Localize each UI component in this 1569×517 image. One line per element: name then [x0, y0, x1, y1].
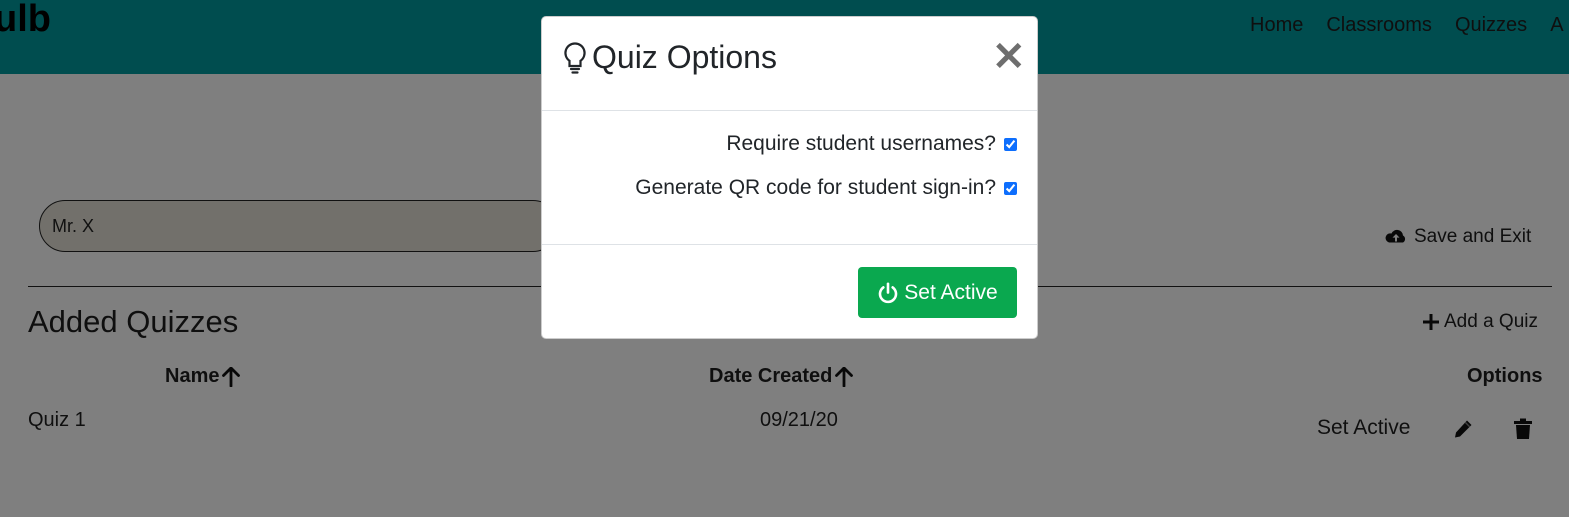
power-icon — [879, 282, 898, 303]
modal-title: Quiz Options — [562, 39, 777, 76]
lightbulb-icon — [564, 41, 586, 74]
option-require-usernames-label: Require student usernames? — [726, 132, 996, 155]
set-active-button[interactable]: Set Active — [858, 267, 1017, 318]
generate-qr-checkbox[interactable] — [1004, 181, 1017, 195]
set-active-label: Set Active — [904, 280, 998, 304]
close-icon: ✕ — [992, 35, 1026, 79]
option-require-usernames[interactable]: Require student usernames? — [726, 132, 1017, 156]
modal-header: Quiz Options ✕ — [542, 17, 1037, 111]
require-usernames-checkbox[interactable] — [1004, 137, 1017, 151]
option-generate-qr-label: Generate QR code for student sign-in? — [635, 176, 996, 199]
modal-title-label: Quiz Options — [592, 39, 777, 75]
modal-body: Require student usernames? Generate QR c… — [542, 111, 1037, 245]
quiz-options-modal: Quiz Options ✕ Require student usernames… — [541, 16, 1038, 339]
close-modal-button[interactable]: ✕ — [992, 37, 1026, 77]
option-generate-qr[interactable]: Generate QR code for student sign-in? — [635, 176, 1017, 200]
